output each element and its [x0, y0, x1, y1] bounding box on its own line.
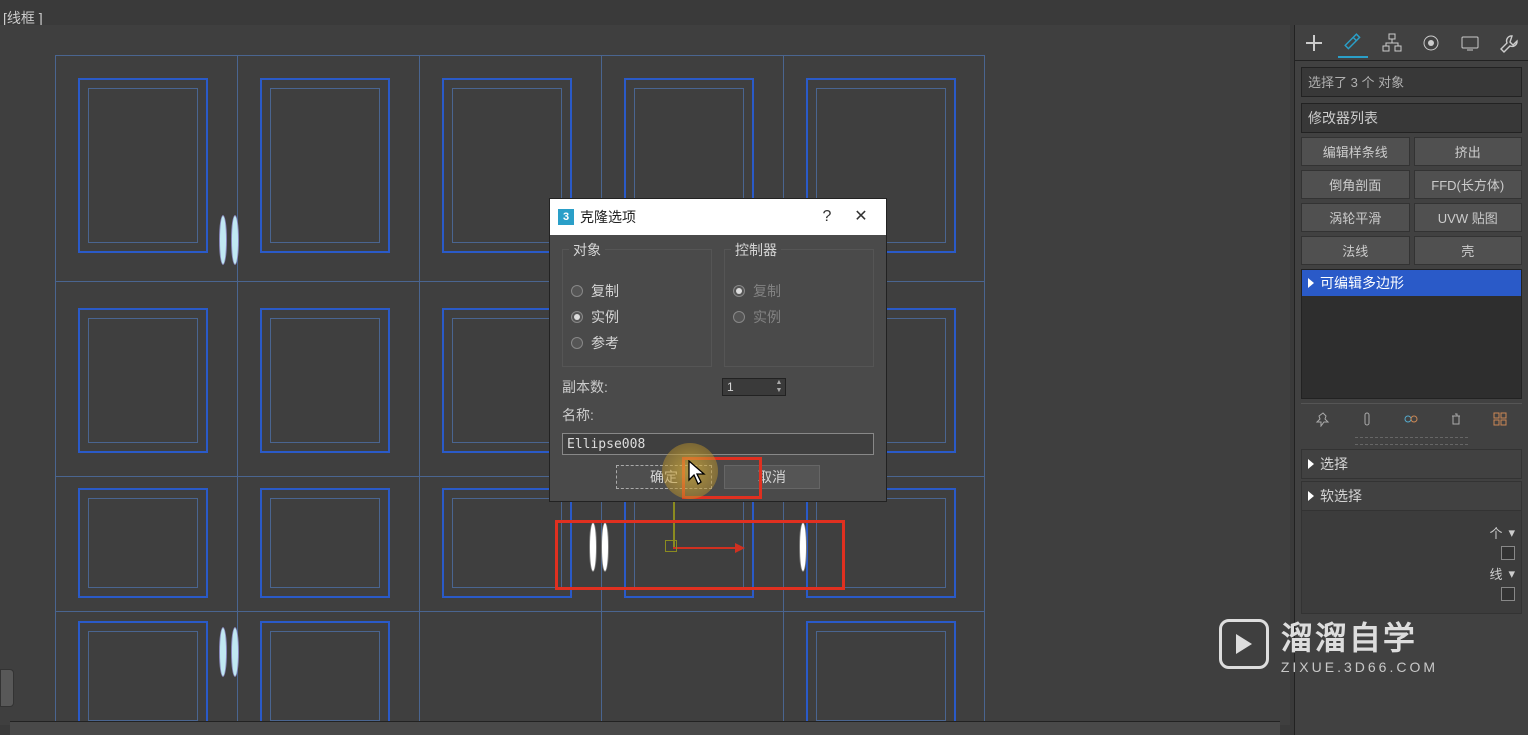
copies-spinner[interactable]: 1 ▲▼ [722, 378, 786, 396]
checkbox-icon [1501, 587, 1515, 601]
display-icon [1459, 32, 1481, 54]
handle-obj[interactable] [217, 627, 245, 677]
group-controller-title: 控制器 [731, 240, 781, 260]
watermark-title: 溜溜自学 [1281, 613, 1438, 659]
configure-button[interactable] [1490, 409, 1510, 429]
remove-modifier-button[interactable] [1446, 409, 1466, 429]
watermark-url: ZIXUE.3D66.COM [1281, 659, 1438, 675]
rollout-soft-selection[interactable]: 软选择 [1301, 481, 1522, 511]
make-unique-button[interactable] [1401, 409, 1421, 429]
mod-btn-turbosmooth[interactable]: 涡轮平滑 [1301, 203, 1410, 232]
tab-display[interactable] [1455, 28, 1485, 58]
checkbox-icon [1501, 546, 1515, 560]
group-object: 对象 复制 实例 参考 [562, 249, 712, 367]
plus-icon [1303, 32, 1325, 54]
ctrl-radio-copy: 复制 [733, 278, 865, 304]
ctrl-radio-instance: 实例 [733, 304, 865, 330]
copies-label: 副本数: [562, 377, 712, 397]
watermark-logo-icon [1219, 619, 1269, 669]
mod-btn-extrude[interactable]: 挤出 [1414, 137, 1523, 166]
rollout-body: 个▾ 线▾ [1301, 511, 1522, 614]
unique-icon [1403, 411, 1419, 427]
wrench-icon [1498, 32, 1520, 54]
timeline-bar[interactable] [10, 721, 1280, 735]
mod-btn-editspline[interactable]: 编辑样条线 [1301, 137, 1410, 166]
panel-drag-handle[interactable] [1355, 437, 1468, 445]
tab-motion[interactable] [1416, 28, 1446, 58]
group-object-title: 对象 [569, 240, 605, 260]
command-panel-tabs [1295, 25, 1528, 61]
radio-instance[interactable]: 实例 [571, 304, 703, 330]
close-button[interactable]: ✕ [844, 199, 878, 235]
modifier-list-dropdown[interactable]: 修改器列表 [1301, 103, 1522, 133]
radio-copy[interactable]: 复制 [571, 278, 703, 304]
mod-btn-shell[interactable]: 壳 [1414, 236, 1523, 265]
mod-btn-uvwmap[interactable]: UVW 贴图 [1414, 203, 1523, 232]
expand-icon [1308, 459, 1314, 469]
show-end-result-button[interactable] [1357, 409, 1377, 429]
name-label: 名称: [562, 405, 594, 425]
modifier-stack[interactable]: 可编辑多边形 [1301, 269, 1522, 399]
viewport-corner-tab[interactable] [0, 669, 14, 707]
checkbox-row[interactable] [1308, 546, 1515, 560]
tab-modify[interactable] [1338, 28, 1368, 58]
configure-icon [1492, 411, 1508, 427]
selection-info: 选择了 3 个 对象 [1301, 67, 1522, 97]
trash-icon [1448, 411, 1464, 427]
watermark: 溜溜自学 ZIXUE.3D66.COM [1219, 613, 1438, 675]
name-input[interactable] [562, 433, 874, 455]
mod-btn-normal[interactable]: 法线 [1301, 236, 1410, 265]
spinner-down-icon[interactable]: ▼ [773, 387, 785, 395]
expand-icon [1308, 278, 1314, 288]
modify-icon [1342, 31, 1364, 53]
dialog-titlebar[interactable]: 3 克隆选项 ? ✕ [550, 199, 886, 235]
motion-icon [1420, 32, 1442, 54]
app-logo-icon: 3 [558, 209, 574, 225]
checkbox-row[interactable] [1308, 587, 1515, 601]
pin-icon [1315, 411, 1331, 427]
pin-stack-button[interactable] [1313, 409, 1333, 429]
hierarchy-icon [1381, 32, 1403, 54]
handle-obj[interactable] [217, 215, 245, 265]
expand-icon [1308, 491, 1314, 501]
spinner-up-icon[interactable]: ▲ [773, 379, 785, 387]
rollout-selection[interactable]: 选择 [1301, 449, 1522, 479]
highlight-box [682, 457, 762, 499]
group-controller: 控制器 复制 实例 [724, 249, 874, 367]
tab-hierarchy[interactable] [1377, 28, 1407, 58]
tab-utilities[interactable] [1494, 28, 1524, 58]
help-button[interactable]: ? [810, 199, 844, 235]
testtube-icon [1359, 411, 1375, 427]
highlight-box [555, 520, 845, 590]
radio-reference[interactable]: 参考 [571, 330, 703, 356]
mod-btn-ffdbox[interactable]: FFD(长方体) [1414, 170, 1523, 199]
stack-item-editable-poly[interactable]: 可编辑多边形 [1302, 270, 1521, 296]
dialog-title-text: 克隆选项 [580, 207, 810, 227]
mod-btn-chamferprofile[interactable]: 倒角剖面 [1301, 170, 1410, 199]
tab-create[interactable] [1299, 28, 1329, 58]
